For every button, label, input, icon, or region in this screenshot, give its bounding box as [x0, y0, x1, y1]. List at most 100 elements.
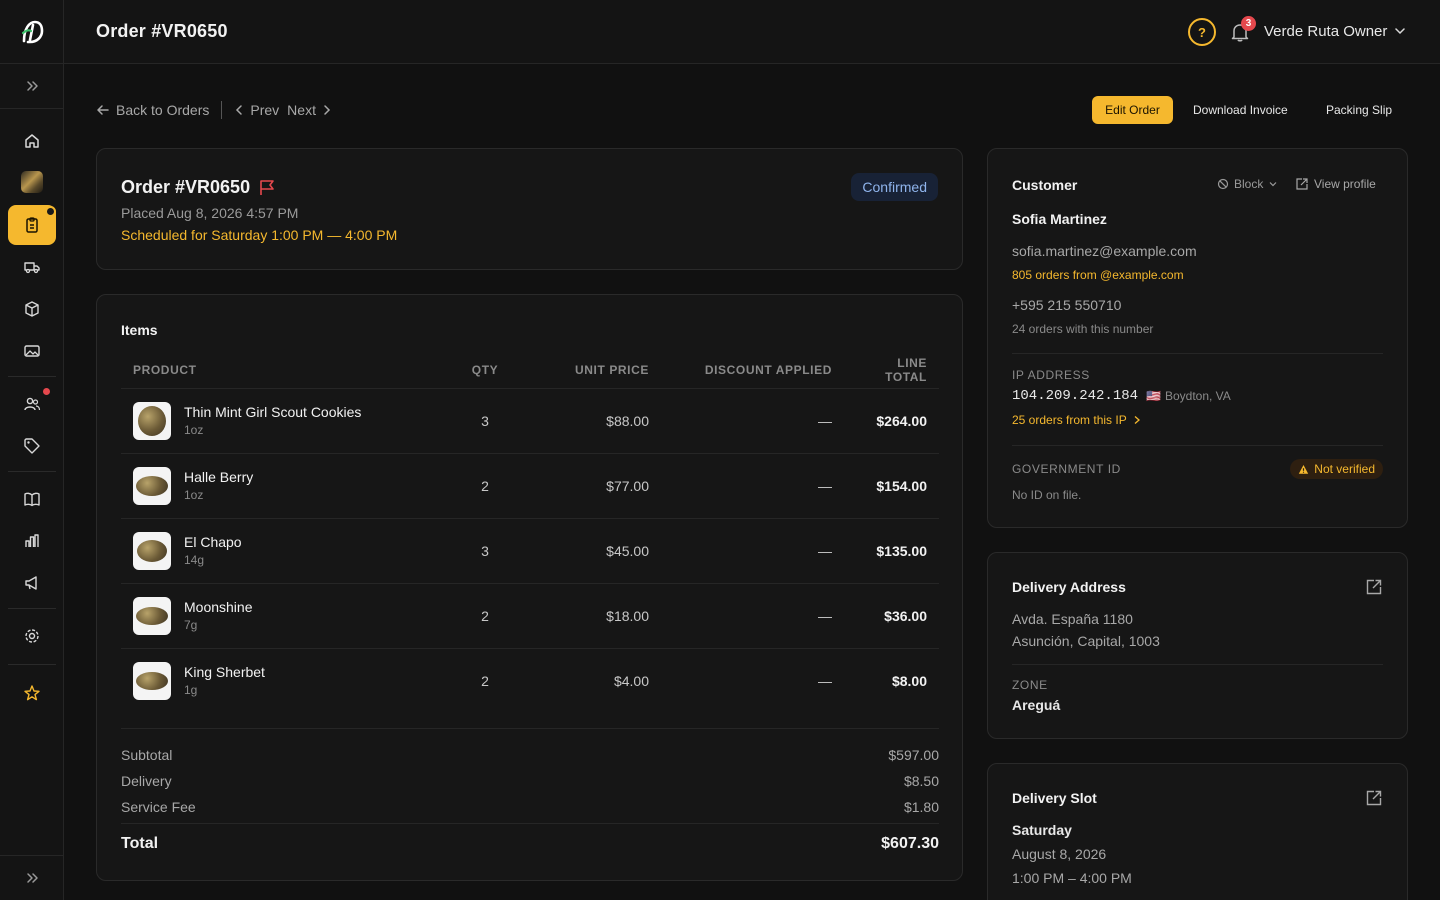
- sidebar-divider: [8, 608, 56, 609]
- breadcrumb: Back to Orders Prev Next: [96, 100, 332, 120]
- sidebar-item-products[interactable]: [8, 289, 56, 329]
- items-heading: Items: [121, 322, 158, 338]
- item-qty: 2: [435, 583, 535, 649]
- item-qty: 3: [435, 518, 535, 584]
- ip-label: IP ADDRESS: [1012, 368, 1090, 382]
- email-orders-link[interactable]: 805 orders from @example.com: [1012, 268, 1184, 282]
- sidebar-item-delivery[interactable]: [8, 247, 56, 287]
- help-button[interactable]: ?: [1188, 18, 1216, 46]
- sidebar-item-customers[interactable]: [8, 384, 56, 424]
- table-row[interactable]: Thin Mint Girl Scout Cookies 1oz 3 $88.00…: [121, 388, 939, 454]
- customer-phone[interactable]: +595 215 550710: [1012, 297, 1121, 313]
- truck-icon: [24, 262, 40, 274]
- item-discount: —: [818, 672, 832, 689]
- block-dropdown[interactable]: Block: [1217, 177, 1278, 191]
- download-invoice-button[interactable]: Download Invoice: [1193, 96, 1288, 124]
- sidebar-item-analytics[interactable]: [8, 521, 56, 561]
- chevron-right-icon: [324, 105, 331, 115]
- subtotal-value: $597.00: [888, 747, 939, 763]
- table-row[interactable]: Halle Berry 1oz 2 $77.00 — $154.00: [121, 453, 939, 519]
- col-line-total: LINE TOTAL: [844, 353, 939, 389]
- item-line-total: $36.00: [844, 583, 939, 649]
- delivery-value: $8.50: [903, 773, 939, 789]
- external-link-icon: [1296, 178, 1308, 190]
- edit-address-icon[interactable]: [1365, 578, 1383, 596]
- subtotal-label: Subtotal: [121, 747, 173, 763]
- phone-orders-note: 24 orders with this number: [1012, 322, 1154, 336]
- chevron-right-icon: [1134, 416, 1140, 424]
- view-profile-link[interactable]: View profile: [1295, 177, 1376, 191]
- sidebar-item-marketing[interactable]: [8, 563, 56, 603]
- next-label: Next: [287, 102, 316, 118]
- item-line-total: $154.00: [844, 453, 939, 519]
- ip-row: 104.209.242.184 🇺🇸 Boydton, VA: [1012, 388, 1231, 404]
- product-name: Thin Mint Girl Scout Cookies: [184, 404, 362, 420]
- delivery-row: Delivery $8.50: [121, 773, 939, 789]
- sidebar-item-settings[interactable]: [8, 616, 56, 656]
- item-qty: 2: [435, 453, 535, 519]
- item-discount: —: [661, 388, 844, 454]
- table-row[interactable]: El Chapo 14g 3 $45.00 — $135.00: [121, 518, 939, 584]
- sidebar-item-media[interactable]: [8, 331, 56, 371]
- users-icon: [24, 397, 41, 411]
- order-title: Order #VR0650: [121, 177, 278, 198]
- total-label: Total: [121, 835, 159, 852]
- service-fee-value: $1.80: [903, 799, 939, 815]
- items-table-header: PRODUCT QTY UNIT PRICE DISCOUNT APPLIED …: [121, 353, 939, 389]
- item-qty: 2: [481, 672, 489, 689]
- sidebar-item-discounts[interactable]: [8, 426, 56, 466]
- product-size: 7g: [184, 618, 198, 632]
- product-thumbnail: [133, 661, 171, 700]
- ip-orders-link[interactable]: 25 orders from this IP: [1012, 413, 1141, 427]
- brand-logo[interactable]: [0, 0, 64, 64]
- sidebar-item-orders[interactable]: [8, 205, 56, 245]
- sidebar-divider: [8, 471, 56, 472]
- sidebar-collapse-toggle[interactable]: [0, 855, 64, 900]
- item-discount: —: [661, 518, 844, 584]
- slot-day: Saturday: [1012, 822, 1072, 838]
- megaphone-icon: [25, 576, 37, 590]
- block-label: Block: [1234, 177, 1264, 191]
- page-title: Order #VR0650: [96, 21, 228, 41]
- table-row[interactable]: Moonshine 7g 2 $18.00 — $36.00: [121, 583, 939, 649]
- next-order-link[interactable]: Next: [287, 102, 332, 118]
- slot-date: August 8, 2026: [1012, 846, 1107, 862]
- customer-divider: [1012, 445, 1383, 446]
- item-unit-price: $77.00: [535, 453, 661, 519]
- back-to-orders-label: Back to Orders: [116, 102, 210, 118]
- product-thumbnail: [133, 596, 171, 635]
- sidebar-item-home[interactable]: [8, 121, 56, 161]
- customer-divider: [1012, 353, 1383, 354]
- delivery-label: Delivery: [121, 773, 172, 789]
- flag-icon[interactable]: [258, 179, 278, 197]
- chevron-down-icon[interactable]: [1394, 25, 1406, 37]
- edit-order-button[interactable]: Edit Order: [1092, 96, 1173, 124]
- chevrons-right-icon: [27, 873, 38, 883]
- packing-slip-button[interactable]: Packing Slip: [1326, 96, 1392, 124]
- item-unit-price: $18.00: [535, 583, 661, 649]
- sidebar-expand-button[interactable]: [0, 64, 64, 109]
- customer-card: Customer Block View profile Sofia Martin…: [987, 148, 1408, 528]
- sidebar-item-favorites[interactable]: [8, 673, 56, 713]
- delivery-address-card: Delivery Address Avda. España 1180 Asunc…: [987, 552, 1408, 739]
- prev-order-link[interactable]: Prev: [234, 102, 279, 118]
- product-size: 1g: [184, 683, 198, 698]
- status-badge: Confirmed: [851, 173, 938, 201]
- customer-email[interactable]: sofia.martinez@example.com: [1012, 243, 1197, 259]
- id-status-label: Not verified: [1314, 462, 1375, 476]
- service-fee-label: Service Fee: [121, 799, 196, 815]
- back-to-orders-link[interactable]: Back to Orders: [96, 102, 209, 118]
- ip-location: Boydton, VA: [1164, 389, 1231, 403]
- slot-heading: Delivery Slot: [1012, 790, 1097, 806]
- sidebar-item-guides[interactable]: [8, 479, 56, 519]
- customer-name: Sofia Martinez: [1012, 211, 1107, 227]
- gov-id-note: No ID on file.: [1012, 488, 1082, 502]
- edit-slot-icon[interactable]: [1365, 789, 1383, 807]
- product-thumbnail: [133, 401, 171, 440]
- gov-id-label: GOVERNMENT ID: [1012, 462, 1121, 476]
- sidebar-item-store[interactable]: [8, 162, 56, 202]
- item-qty: 3: [435, 388, 535, 454]
- account-menu[interactable]: Verde Ruta Owner: [1264, 23, 1387, 40]
- table-row[interactable]: King Sherbet 1g 2 $4.00 — $8.00: [121, 648, 939, 713]
- zone-value: Areguá: [1012, 697, 1061, 713]
